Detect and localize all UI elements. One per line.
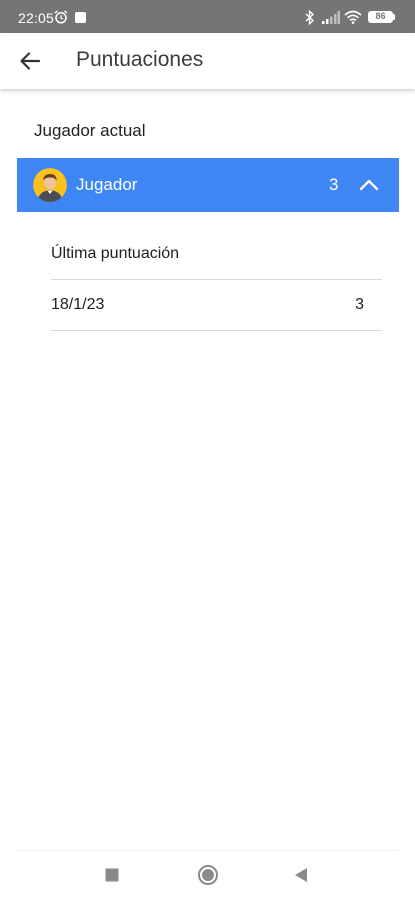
avatar-icon — [33, 168, 67, 202]
navigation-bar — [0, 851, 415, 900]
recents-icon — [105, 868, 119, 882]
bluetooth-icon — [305, 10, 315, 25]
section-label: Jugador actual — [34, 121, 146, 140]
player-row[interactable]: Jugador 3 — [17, 158, 399, 212]
notification-square-icon — [75, 12, 86, 23]
battery-tip — [393, 14, 395, 20]
divider — [51, 330, 382, 331]
collapse-button[interactable] — [355, 171, 383, 199]
chevron-up-icon — [359, 179, 379, 191]
back-button[interactable] — [12, 43, 48, 79]
player-name: Jugador — [76, 175, 138, 194]
player-score: 3 — [329, 175, 339, 194]
battery-icon: 86 — [368, 11, 393, 23]
score-value: 3 — [355, 296, 364, 313]
back-icon — [295, 868, 307, 882]
score-row: 18/1/23 3 — [51, 281, 382, 330]
status-bar: 22:05 86 — [0, 0, 415, 33]
status-time: 22:05 — [18, 10, 55, 26]
page-title: Puntuaciones — [76, 48, 204, 71]
home-icon — [198, 865, 218, 885]
signal-icon — [322, 11, 340, 24]
app-bar: Puntuaciones — [0, 33, 415, 89]
avatar — [33, 168, 67, 202]
home-button[interactable] — [196, 863, 220, 887]
alarm-icon — [54, 10, 68, 24]
score-date: 18/1/23 — [51, 296, 105, 313]
recents-button[interactable] — [100, 863, 124, 887]
back-nav-button[interactable] — [289, 863, 313, 887]
last-score-heading: Última puntuación — [51, 245, 180, 262]
divider — [51, 279, 382, 280]
arrow-back-icon — [20, 52, 41, 70]
wifi-icon — [344, 10, 362, 24]
